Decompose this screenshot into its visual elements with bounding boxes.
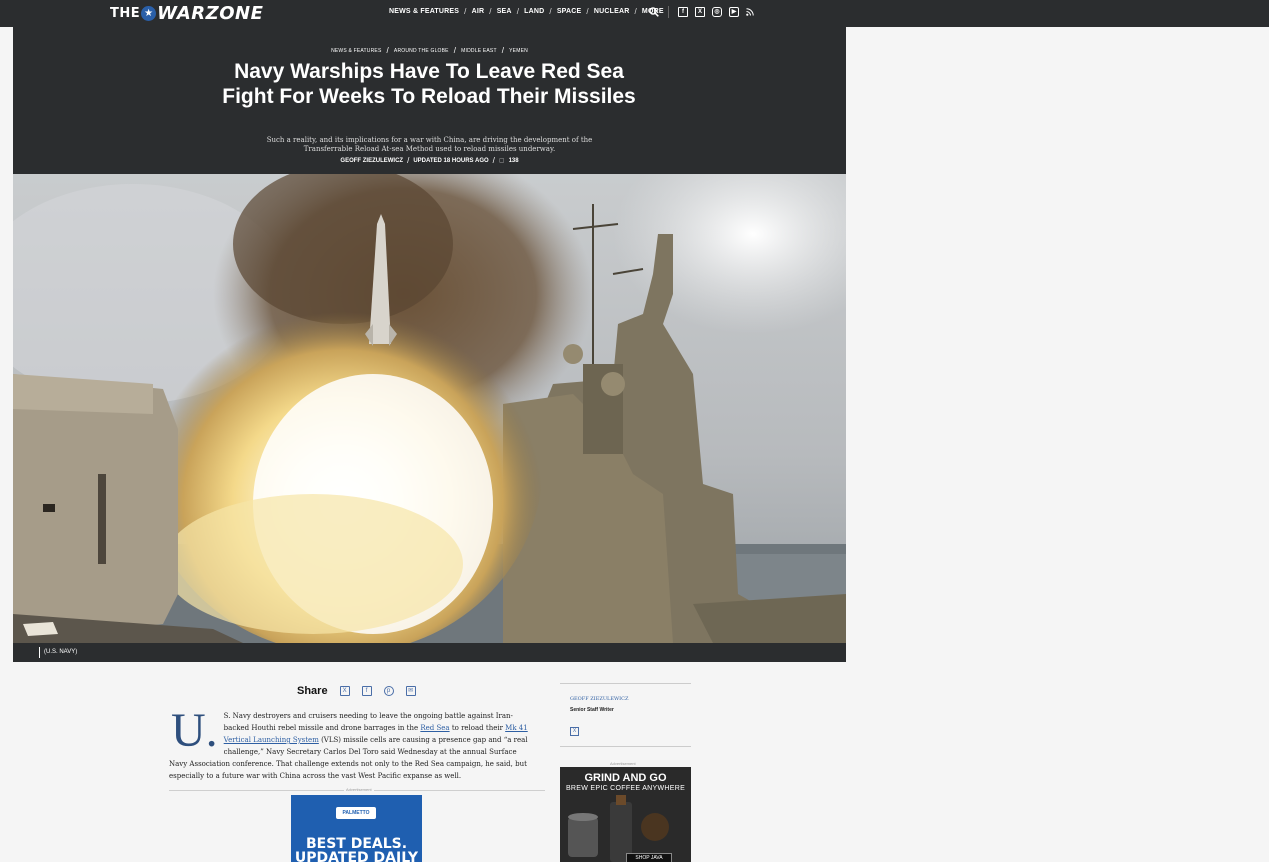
logo-warzone-text: WARZONE	[157, 2, 264, 24]
comment-count[interactable]: 138	[509, 158, 519, 164]
nav-land[interactable]: LAND	[524, 8, 544, 15]
link-red-sea[interactable]: Red Sea	[420, 724, 449, 732]
ad-headline: BEST DEALS. UPDATED DAILY	[294, 836, 419, 862]
breadcrumb-yemen[interactable]: YEMEN	[509, 48, 528, 54]
breadcrumb: NEWS & FEATURES / AROUND THE GLOBE / MIDDL…	[331, 46, 528, 55]
article-title: Navy Warships Have To Leave Red Sea Figh…	[222, 60, 636, 108]
drop-cap: U.	[171, 704, 218, 757]
share-pinterest-icon[interactable]: p	[383, 686, 394, 696]
rss-icon[interactable]	[746, 8, 754, 16]
nav-air[interactable]: AIR	[472, 8, 485, 15]
breadcrumb-around-the-globe[interactable]: AROUND THE GLOBE	[394, 48, 449, 54]
ad-label: Advertisement	[344, 787, 374, 792]
caption-divider	[39, 647, 40, 658]
sidebar-author-name[interactable]: GEOFF ZIEZULEWICZ	[570, 696, 628, 702]
site-logo[interactable]: THE ★ WARZONE	[110, 2, 264, 24]
x-icon[interactable]: X	[695, 7, 705, 17]
instagram-icon[interactable]: ◎	[712, 7, 722, 17]
photo-credit-bar: (U.S. NAVY)	[13, 643, 846, 662]
nav-sea[interactable]: SEA	[497, 8, 512, 15]
photo-credit: (U.S. NAVY)	[44, 649, 78, 655]
hero-image	[13, 174, 846, 643]
coffee-grinder-image	[568, 795, 669, 862]
nav-space[interactable]: SPACE	[557, 8, 582, 15]
youtube-icon[interactable]: ▶	[729, 7, 739, 17]
share-facebook-icon[interactable]: f	[361, 686, 372, 696]
sidebar-advertisement[interactable]: GRIND AND GO BREW EPIC COFFEE ANYWHERE S…	[560, 767, 691, 862]
ad-brand: PALMETTO	[336, 807, 376, 819]
share-email-icon[interactable]: ✉	[405, 686, 416, 696]
divider	[668, 6, 669, 18]
share-bar: Share X f p ✉	[297, 685, 416, 697]
share-label: Share	[297, 685, 328, 697]
sidebar-divider	[560, 746, 691, 747]
breadcrumb-news-features[interactable]: NEWS & FEATURES	[331, 48, 381, 54]
nav-nuclear[interactable]: NUCLEAR	[594, 8, 630, 15]
article-hero: NEWS & FEATURES / AROUND THE GLOBE / MIDDL…	[13, 27, 846, 174]
main-nav: NEWS & FEATURES / AIR / SEA / LAND / SPACE / …	[389, 7, 664, 16]
sidebar-ad-label: Advertisement	[610, 761, 636, 766]
inline-advertisement[interactable]: PALMETTO BEST DEALS. UPDATED DAILY	[291, 795, 422, 862]
sidebar-author-role: Senior Staff Writer	[570, 707, 614, 713]
comment-icon[interactable]: ▢	[499, 157, 505, 164]
article-dek: Such a reality, and its implications for…	[266, 136, 593, 153]
article-body: U. S. Navy destroyers and cruisers needi…	[169, 704, 537, 782]
byline: GEOFF ZIEZULEWICZ / UPDATED 18 HOURS AGO…	[340, 156, 519, 165]
share-x-icon[interactable]: X	[339, 686, 350, 696]
breadcrumb-middle-east[interactable]: MIDDLE EAST	[461, 48, 497, 54]
facebook-icon[interactable]: f	[678, 7, 688, 17]
shop-java-button[interactable]: SHOP JAVA	[626, 853, 672, 862]
nav-news-features[interactable]: NEWS & FEATURES	[389, 8, 459, 15]
logo-star-icon: ★	[141, 5, 157, 21]
logo-the-text: THE	[110, 5, 141, 21]
sidebar-divider	[560, 683, 691, 684]
search-icon[interactable]	[649, 7, 659, 17]
header-icons: f X ◎ ▶	[649, 6, 754, 18]
article-text: to reload their	[449, 724, 506, 732]
author-link[interactable]: GEOFF ZIEZULEWICZ	[340, 158, 403, 164]
top-navigation-bar: THE ★ WARZONE NEWS & FEATURES / AIR / SEA /…	[0, 0, 1269, 27]
updated-time: UPDATED 18 HOURS AGO	[413, 157, 489, 164]
author-x-icon[interactable]: X	[570, 719, 579, 737]
